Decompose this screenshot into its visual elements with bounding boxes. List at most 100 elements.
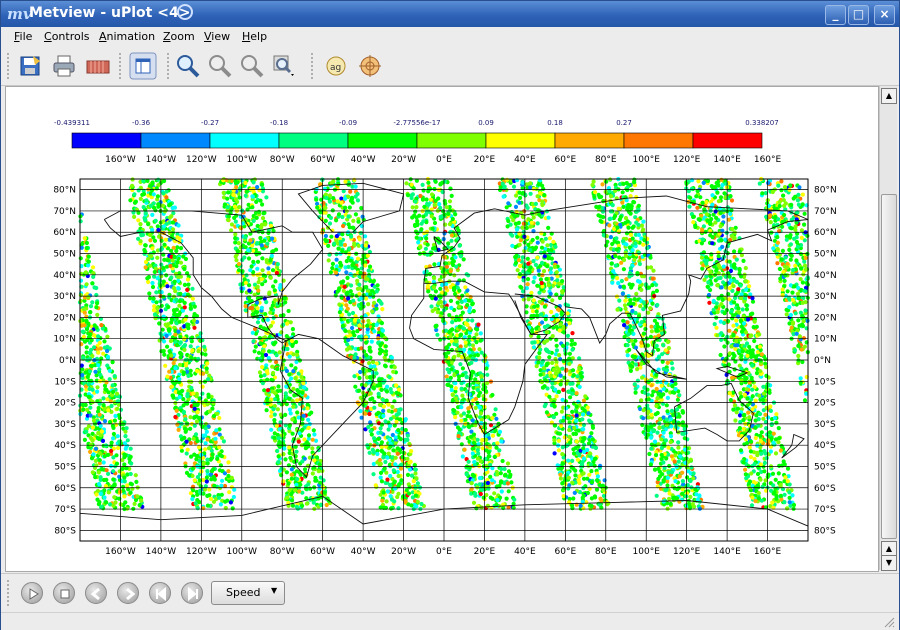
title-bar[interactable]: mv Metview - uPlot <4> _ □ × (1, 1, 899, 27)
observation-point (358, 231, 364, 236)
observation-point (111, 477, 116, 482)
map-plot[interactable]: -0.439311 -0.36 -0.27 -0.18 -0.09 -2.77556e-1… (6, 87, 878, 571)
observation-point (378, 299, 383, 304)
observation-point (478, 338, 483, 343)
observation-point (558, 472, 563, 477)
observation-point (95, 389, 100, 394)
observation-point (463, 285, 468, 290)
observation-point (440, 290, 445, 295)
observation-point (97, 367, 102, 372)
observation-point (438, 337, 443, 342)
observation-point (339, 200, 344, 205)
observation-point (799, 266, 804, 271)
close-button[interactable]: × (874, 5, 895, 25)
observation-point (444, 205, 449, 210)
observation-point (112, 495, 117, 500)
observation-point (92, 323, 97, 328)
observation-point (268, 223, 274, 228)
observation-point (794, 331, 799, 336)
zoom-stack-icon[interactable] (271, 53, 297, 79)
observation-point (374, 289, 379, 294)
observation-point (757, 181, 762, 186)
observation-point (432, 202, 437, 208)
observation-point (520, 255, 525, 260)
plot-area[interactable]: -0.439311 -0.36 -0.27 -0.18 -0.09 -2.77556e-1… (5, 86, 879, 572)
observation-point (348, 189, 353, 194)
observation-point (492, 454, 497, 459)
observation-point (546, 215, 551, 220)
observation-point (409, 449, 414, 454)
observation-point (255, 320, 261, 325)
cursor-data-icon[interactable] (357, 53, 383, 79)
zoom-in-icon[interactable] (175, 53, 201, 79)
observation-point (488, 495, 493, 500)
menu-help[interactable]: Help (242, 30, 267, 43)
observation-point (163, 363, 168, 368)
menu-view[interactable]: View (204, 30, 230, 43)
observation-point (90, 387, 95, 392)
observation-point (789, 202, 794, 207)
observation-point (413, 209, 418, 214)
observation-point (333, 270, 338, 275)
sticky-icon[interactable] (177, 4, 193, 20)
observation-point (505, 461, 511, 466)
observation-point (121, 484, 126, 489)
observation-point (334, 234, 339, 239)
observation-point (173, 271, 179, 276)
observation-point (766, 180, 771, 186)
observation-point (255, 306, 260, 311)
observation-point (243, 180, 248, 185)
observation-point (387, 437, 392, 442)
zoom-reset-icon[interactable] (239, 53, 265, 79)
observation-point (202, 344, 207, 349)
observation-point (502, 473, 508, 478)
observation-point (372, 300, 377, 305)
observation-point (327, 193, 332, 198)
observation-point (788, 312, 794, 318)
observation-point (167, 215, 172, 220)
observation-point (432, 276, 437, 281)
menu-controls[interactable]: Controls (44, 30, 90, 43)
observation-point (312, 465, 317, 470)
layout-icon[interactable] (129, 52, 157, 80)
observation-point (190, 466, 195, 471)
observation-point (442, 300, 447, 305)
observation-point (357, 237, 362, 242)
observation-point (200, 424, 205, 429)
maximize-button[interactable]: □ (848, 5, 869, 25)
observation-point (276, 436, 281, 441)
observation-point (310, 471, 315, 476)
observation-point (485, 503, 490, 508)
minimize-button[interactable]: _ (825, 5, 846, 25)
zoom-out-icon[interactable] (207, 53, 233, 79)
observation-point (101, 477, 107, 483)
menu-zoom[interactable]: Zoom (163, 30, 195, 43)
observation-point (475, 437, 480, 442)
save-icon[interactable] (17, 53, 43, 79)
observation-point (589, 431, 594, 436)
toolbar-grip[interactable] (7, 53, 13, 79)
observation-point (384, 384, 390, 389)
print-icon[interactable] (51, 53, 77, 79)
menu-bar: File Controls Animation Zoom View Help (1, 27, 899, 47)
observation-point (169, 384, 174, 389)
magnifier-icon[interactable]: ag (323, 53, 349, 79)
observation-point (431, 285, 437, 290)
observation-point (189, 355, 194, 360)
observation-point (768, 220, 773, 225)
observation-point (439, 304, 444, 309)
observation-point (78, 219, 83, 224)
observation-point (221, 439, 226, 444)
observation-point (270, 364, 275, 369)
observation-point (146, 257, 151, 262)
observation-point (310, 446, 315, 451)
observation-point (499, 439, 504, 444)
observation-point (352, 355, 357, 361)
menu-file[interactable]: File (14, 30, 32, 43)
observation-point (419, 221, 424, 226)
export-icon[interactable] (85, 53, 111, 79)
observation-point (438, 214, 443, 219)
observation-point (112, 418, 117, 423)
observation-point (267, 291, 272, 297)
menu-animation[interactable]: Animation (99, 30, 155, 43)
